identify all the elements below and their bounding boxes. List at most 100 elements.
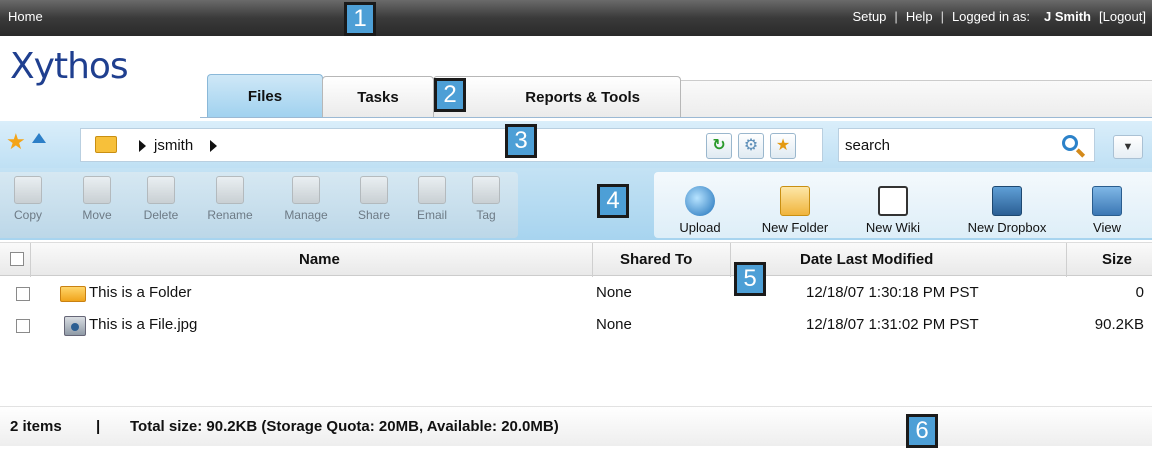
upload-label: Upload [679,220,721,235]
column-header-shared-to[interactable]: Shared To [620,251,692,268]
toolbar: Copy Move Delete Rename Manage Share Ema… [0,168,1152,240]
file-name-link[interactable]: This is a File.jpg [89,316,197,333]
delete-icon [147,176,175,204]
column-header-date-modified[interactable]: Date Last Modified [800,251,933,268]
logged-in-label: Logged in as: [951,9,1031,24]
size-value: 90.2KB [1094,316,1144,333]
shared-to-value: None [596,284,632,301]
upload-globe-icon [685,186,715,216]
manage-gear-icon [292,176,320,204]
new-wiki-button[interactable]: New Wiki [856,186,930,235]
tab-tasks[interactable]: Tasks [322,76,434,118]
delete-label: Delete [143,208,179,222]
view-icon [1092,186,1122,216]
path-separator-icon[interactable] [139,140,146,152]
callout-marker-4: 4 [597,184,629,218]
new-folder-button[interactable]: New Folder [748,186,842,235]
column-header-name[interactable]: Name [299,251,340,268]
select-all-checkbox[interactable] [10,252,24,266]
tab-divider [200,117,1152,118]
manage-button[interactable]: Manage [274,176,338,222]
rename-button[interactable]: Rename [202,176,258,222]
tab-reports-tools[interactable]: Reports & Tools [433,76,681,118]
open-folder-icon [95,136,117,153]
callout-marker-2: 2 [434,78,466,112]
total-size: Total size: 90.2KB (Storage Quota: 20MB,… [130,418,559,435]
new-dropbox-icon [992,186,1022,216]
tag-button[interactable]: Tag [466,176,506,222]
add-favorite-icon[interactable]: ★ [770,133,796,159]
status-separator: | [96,418,101,435]
file-actions-group: Copy Move Delete Rename Manage Share Ema… [0,172,518,238]
search-icon[interactable] [1062,135,1078,151]
row-checkbox[interactable] [16,287,30,301]
callout-marker-3: 3 [505,124,537,158]
share-icon [360,176,388,204]
shared-to-value: None [596,316,632,333]
date-modified-value: 12/18/07 1:30:18 PM PST [806,284,979,301]
column-divider [592,243,593,277]
callout-marker-5: 5 [734,262,766,296]
tag-icon [472,176,500,204]
tab-strip-filler [680,80,1152,118]
table-row[interactable]: This is a Folder None 12/18/07 1:30:18 P… [0,278,1152,310]
home-link[interactable]: Home [8,9,43,24]
file-table-header: Name Shared To Date Last Modified Size [0,242,1152,277]
row-checkbox[interactable] [16,319,30,333]
path-bar: ★ jsmith ↻ ⚙ ★ ▼ [0,121,1152,168]
date-modified-value: 12/18/07 1:31:02 PM PST [806,316,979,333]
top-bar-right: Setup | Help | Logged in as: J Smith [Lo… [852,9,1146,24]
delete-button[interactable]: Delete [136,176,186,222]
size-value: 0 [1135,284,1144,301]
new-wiki-icon [878,186,908,216]
breadcrumb-item-jsmith[interactable]: jsmith [154,137,193,154]
tag-label: Tag [476,208,496,222]
column-divider [730,243,731,277]
tab-files[interactable]: Files [207,74,323,118]
create-actions-group: Upload New Folder New Wiki New Dropbox V… [654,172,1152,238]
email-button[interactable]: Email [410,176,454,222]
callout-marker-1: 1 [344,2,376,36]
table-row[interactable]: This is a File.jpg None 12/18/07 1:31:02… [0,310,1152,342]
image-file-icon [64,316,86,336]
setup-link[interactable]: Setup [852,9,886,24]
settings-gear-icon[interactable]: ⚙ [738,133,764,159]
new-dropbox-button[interactable]: New Dropbox [952,186,1062,235]
refresh-icon[interactable]: ↻ [706,133,732,159]
rename-icon [216,176,244,204]
column-header-size[interactable]: Size [1102,251,1132,268]
favorite-star-icon[interactable]: ★ [6,129,26,155]
view-label: View [1093,220,1121,235]
username: J Smith [1044,9,1091,24]
copy-button[interactable]: Copy [8,176,48,222]
separator: | [940,9,944,24]
share-label: Share [357,208,391,222]
status-bar: 2 items | Total size: 90.2KB (Storage Qu… [0,406,1152,446]
search-input[interactable] [838,128,1095,162]
logout-link[interactable]: [Logout] [1099,9,1146,24]
separator: | [894,9,898,24]
view-button[interactable]: View [1082,186,1132,235]
rename-label: Rename [207,208,253,222]
new-wiki-label: New Wiki [865,220,921,235]
up-arrow-icon[interactable] [32,133,46,143]
new-folder-icon [780,186,810,216]
help-link[interactable]: Help [906,9,933,24]
column-divider [1066,243,1067,277]
move-button[interactable]: Move [74,176,120,222]
upload-button[interactable]: Upload [670,186,730,235]
manage-label: Manage [284,208,328,222]
item-count: 2 items [10,418,62,435]
folder-icon [60,286,86,302]
file-name-link[interactable]: This is a Folder [89,284,192,301]
top-bar: Home Setup | Help | Logged in as: J Smit… [0,0,1152,36]
copy-label: Copy [13,208,42,222]
column-divider [30,243,31,277]
search-options-dropdown-icon[interactable]: ▼ [1113,135,1143,159]
copy-icon [14,176,42,204]
path-separator-icon[interactable] [210,140,217,152]
move-label: Move [82,208,112,222]
callout-marker-6: 6 [906,414,938,448]
new-folder-label: New Folder [761,220,829,235]
share-button[interactable]: Share [352,176,396,222]
